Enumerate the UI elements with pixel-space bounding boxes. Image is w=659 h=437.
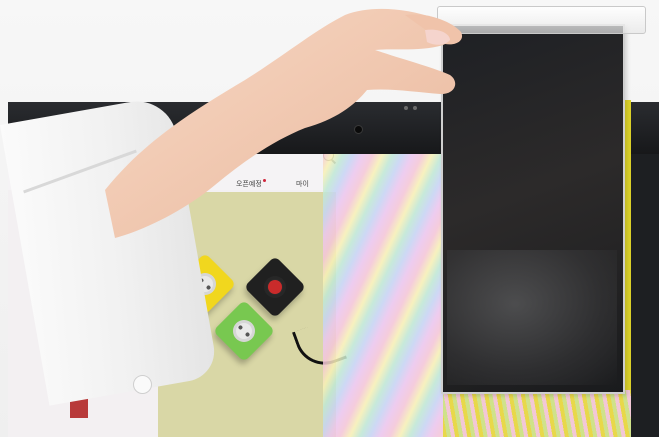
screen-bottom-strip <box>443 390 631 437</box>
cuff-button <box>133 375 152 394</box>
photo-scene: 오픈예정 마이 <box>0 0 659 437</box>
filter-reflection <box>447 250 617 385</box>
hand <box>105 8 463 239</box>
privacy-filter-bracket <box>437 6 646 34</box>
